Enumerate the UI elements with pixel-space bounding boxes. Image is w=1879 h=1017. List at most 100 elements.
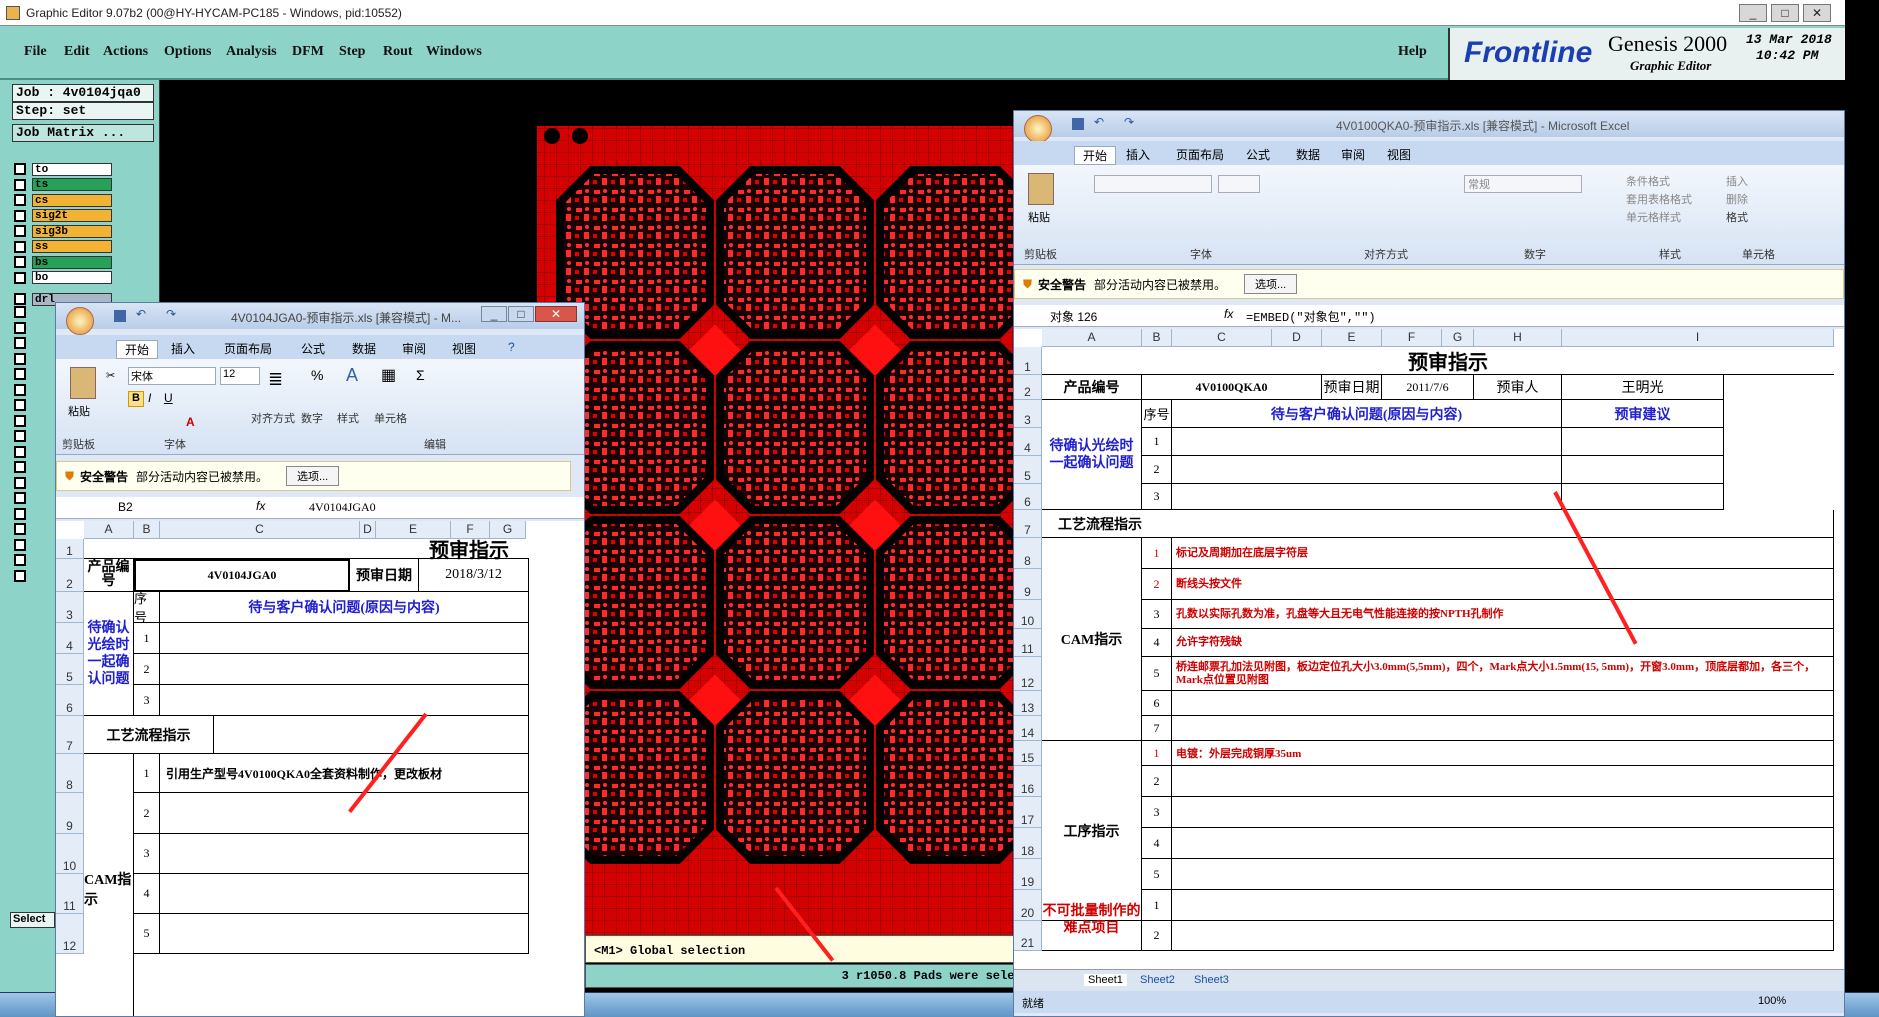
tab-formulas[interactable]: 公式	[301, 340, 325, 357]
layer-row[interactable]: ss	[14, 240, 112, 254]
seq-number[interactable]: 2	[1142, 766, 1172, 797]
tab-insert[interactable]: 插入	[1126, 146, 1150, 163]
seq-number[interactable]: 1	[1142, 741, 1172, 766]
row-header[interactable]: 3	[56, 592, 84, 623]
tab-review[interactable]: 审阅	[1341, 146, 1365, 163]
row-header[interactable]: 4	[1014, 428, 1042, 456]
layer-row[interactable]: bo	[14, 271, 112, 285]
column-header[interactable]: D	[1272, 329, 1322, 347]
date-value[interactable]: 2011/7/6	[1382, 375, 1474, 400]
hard-item-cell[interactable]	[1172, 890, 1834, 921]
layer-checkbox[interactable]	[14, 194, 26, 206]
seq-number[interactable]: 7	[1142, 716, 1172, 741]
office-button[interactable]	[66, 307, 94, 335]
work-item-cell[interactable]	[1172, 859, 1834, 890]
menu-dfm[interactable]: DFM	[292, 44, 324, 60]
paste-label[interactable]: 粘贴	[68, 403, 90, 419]
column-header[interactable]: E	[1322, 329, 1382, 347]
confirm-label[interactable]: 待确认光绘时一起确认问题	[84, 592, 134, 716]
style-icon[interactable]: A	[346, 365, 358, 386]
cam-item-4[interactable]: 允许字符残缺	[1172, 629, 1834, 657]
cell-style-button[interactable]: 单元格样式	[1626, 209, 1681, 225]
row-header[interactable]: 13	[1014, 691, 1042, 716]
row-header[interactable]: 8	[56, 754, 84, 793]
row-header[interactable]: 18	[1014, 828, 1042, 859]
undo-icon[interactable]: ↶	[136, 307, 146, 321]
layer-checkbox[interactable]	[14, 430, 26, 442]
font-size-select[interactable]	[1218, 175, 1260, 193]
cells-icon[interactable]: ▦	[381, 365, 396, 385]
name-box[interactable]: B2	[118, 500, 133, 514]
work-item-cell[interactable]	[1172, 797, 1834, 828]
cam-item-2[interactable]: 断线头按文件	[1172, 569, 1834, 600]
tab-page-layout[interactable]: 页面布局	[1176, 146, 1224, 163]
paste-label[interactable]: 粘贴	[1028, 209, 1050, 225]
row-header[interactable]: 12	[56, 914, 84, 954]
layer-checkbox[interactable]	[14, 306, 26, 318]
date-label[interactable]: 预审日期	[350, 559, 419, 592]
job-matrix-button[interactable]: Job Matrix ...	[12, 124, 154, 142]
column-header[interactable]: B	[1142, 329, 1172, 347]
layer-checkbox[interactable]	[14, 352, 26, 365]
layer-checkbox[interactable]	[14, 538, 26, 551]
cam-label[interactable]: CAM指示	[1042, 538, 1142, 741]
work-item-cell[interactable]	[1172, 828, 1834, 859]
process-cell[interactable]	[214, 716, 529, 754]
cam-item-cell[interactable]	[160, 834, 529, 874]
formula-input[interactable]: 4V0104JGA0	[309, 500, 376, 515]
paste-icon[interactable]	[70, 367, 96, 399]
excel-left-grid[interactable]: A B C D E F G 1 2 3 4 5 6 7 8 9 10 11 12 预审指示 产品编号 4V0104JGA0…	[56, 521, 584, 1016]
column-header[interactable]: C	[1172, 329, 1272, 347]
seq-number[interactable]: 2	[134, 793, 160, 834]
layer-name[interactable]: ts	[32, 178, 112, 191]
seq-header[interactable]: 序号	[134, 591, 160, 625]
layer-checkbox[interactable]	[14, 461, 26, 473]
align-icon[interactable]: ≣	[268, 369, 283, 390]
row-header[interactable]: 9	[56, 793, 84, 834]
close-button[interactable]: ✕	[1803, 3, 1831, 22]
date-label[interactable]: 预审日期	[1322, 375, 1382, 400]
layer-checkbox[interactable]	[14, 554, 26, 566]
seq-number[interactable]: 2	[134, 654, 160, 685]
column-header[interactable]: A	[84, 521, 134, 539]
seq-number[interactable]: 4	[134, 874, 160, 914]
seq-number[interactable]: 5	[1142, 859, 1172, 890]
font-name-select[interactable]: 宋体	[128, 367, 216, 385]
question-cell[interactable]	[1172, 456, 1562, 484]
layer-checkbox[interactable]	[14, 271, 26, 284]
seq-number[interactable]: 2	[1142, 569, 1172, 600]
seq-number[interactable]: 5	[134, 914, 160, 954]
layer-name[interactable]: ss	[32, 240, 112, 253]
row-header[interactable]: 8	[1014, 538, 1042, 569]
excel-left-maximize[interactable]: □	[508, 306, 534, 322]
maximize-button[interactable]: □	[1771, 3, 1799, 22]
cam-item-cell[interactable]	[160, 874, 529, 914]
product-label[interactable]: 产品编号	[84, 559, 134, 592]
layer-name[interactable]: to	[32, 162, 112, 176]
save-icon[interactable]	[1072, 118, 1084, 130]
row-header[interactable]: 3	[1014, 400, 1042, 428]
insert-cells-button[interactable]: 插入	[1726, 173, 1748, 189]
tab-page-layout[interactable]: 页面布局	[224, 340, 272, 357]
menu-options[interactable]: Options	[164, 44, 211, 60]
seq-number[interactable]: 5	[1142, 657, 1172, 691]
row-header[interactable]: 14	[1014, 716, 1042, 741]
excel-right-grid[interactable]: A B C D E F G H I 1 2 3 4 5 6 7 8 9 10 11 12 13 14 15 16 17 18 19 20…	[1014, 329, 1844, 989]
row-header[interactable]: 11	[56, 874, 84, 914]
row-header[interactable]: 6	[1014, 484, 1042, 510]
row-header[interactable]: 4	[56, 623, 84, 654]
row-header[interactable]: 21	[1014, 921, 1042, 951]
format-cells-button[interactable]: 格式	[1726, 209, 1748, 225]
column-header[interactable]: I	[1562, 329, 1834, 347]
row-header[interactable]: 1	[1014, 347, 1042, 375]
menu-actions[interactable]: Actions	[103, 44, 148, 60]
row-header[interactable]: 6	[56, 685, 84, 716]
layer-row[interactable]: sig3b	[14, 224, 112, 238]
seq-header[interactable]: 序号	[1142, 400, 1172, 428]
row-header[interactable]: 17	[1014, 797, 1042, 828]
confirm-label[interactable]: 待确认光绘时一起确认问题	[1042, 400, 1142, 510]
layer-checkbox[interactable]	[14, 209, 26, 222]
product-label[interactable]: 产品编号	[1042, 375, 1142, 400]
column-header[interactable]: D	[360, 521, 376, 539]
tab-data[interactable]: 数据	[1296, 146, 1320, 163]
